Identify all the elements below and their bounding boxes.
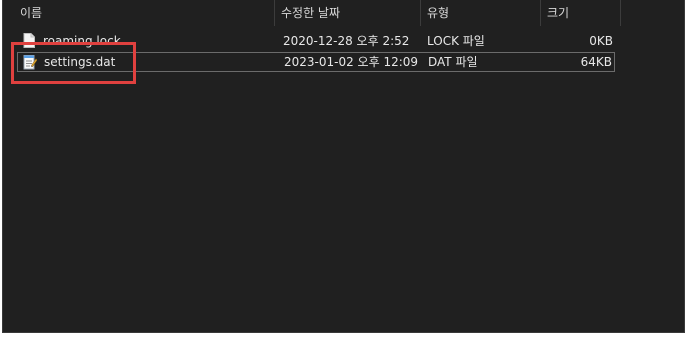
file-size: 0KB [589,34,613,48]
column-header-name[interactable]: 이름 [14,0,275,26]
column-header-bar: 이름 수정한 날짜 유형 크기 [3,0,684,26]
file-type: LOCK 파일 [427,34,485,48]
column-header-size[interactable]: 크기 [541,0,621,26]
file-date-modified: 2020-12-28 오후 2:52 [283,34,410,48]
file-type: DAT 파일 [428,55,478,69]
highlight-annotation-box [11,42,136,84]
column-header-date-modified[interactable]: 수정한 날짜 [275,0,421,26]
file-explorer-window: ⌃ 이름 수정한 날짜 유형 크기 roaming.lock 2020-12-2… [2,0,685,333]
file-size: 64KB [580,55,612,69]
file-date-modified: 2023-01-02 오후 12:09 [284,55,419,69]
column-header-type[interactable]: 유형 [421,0,541,26]
